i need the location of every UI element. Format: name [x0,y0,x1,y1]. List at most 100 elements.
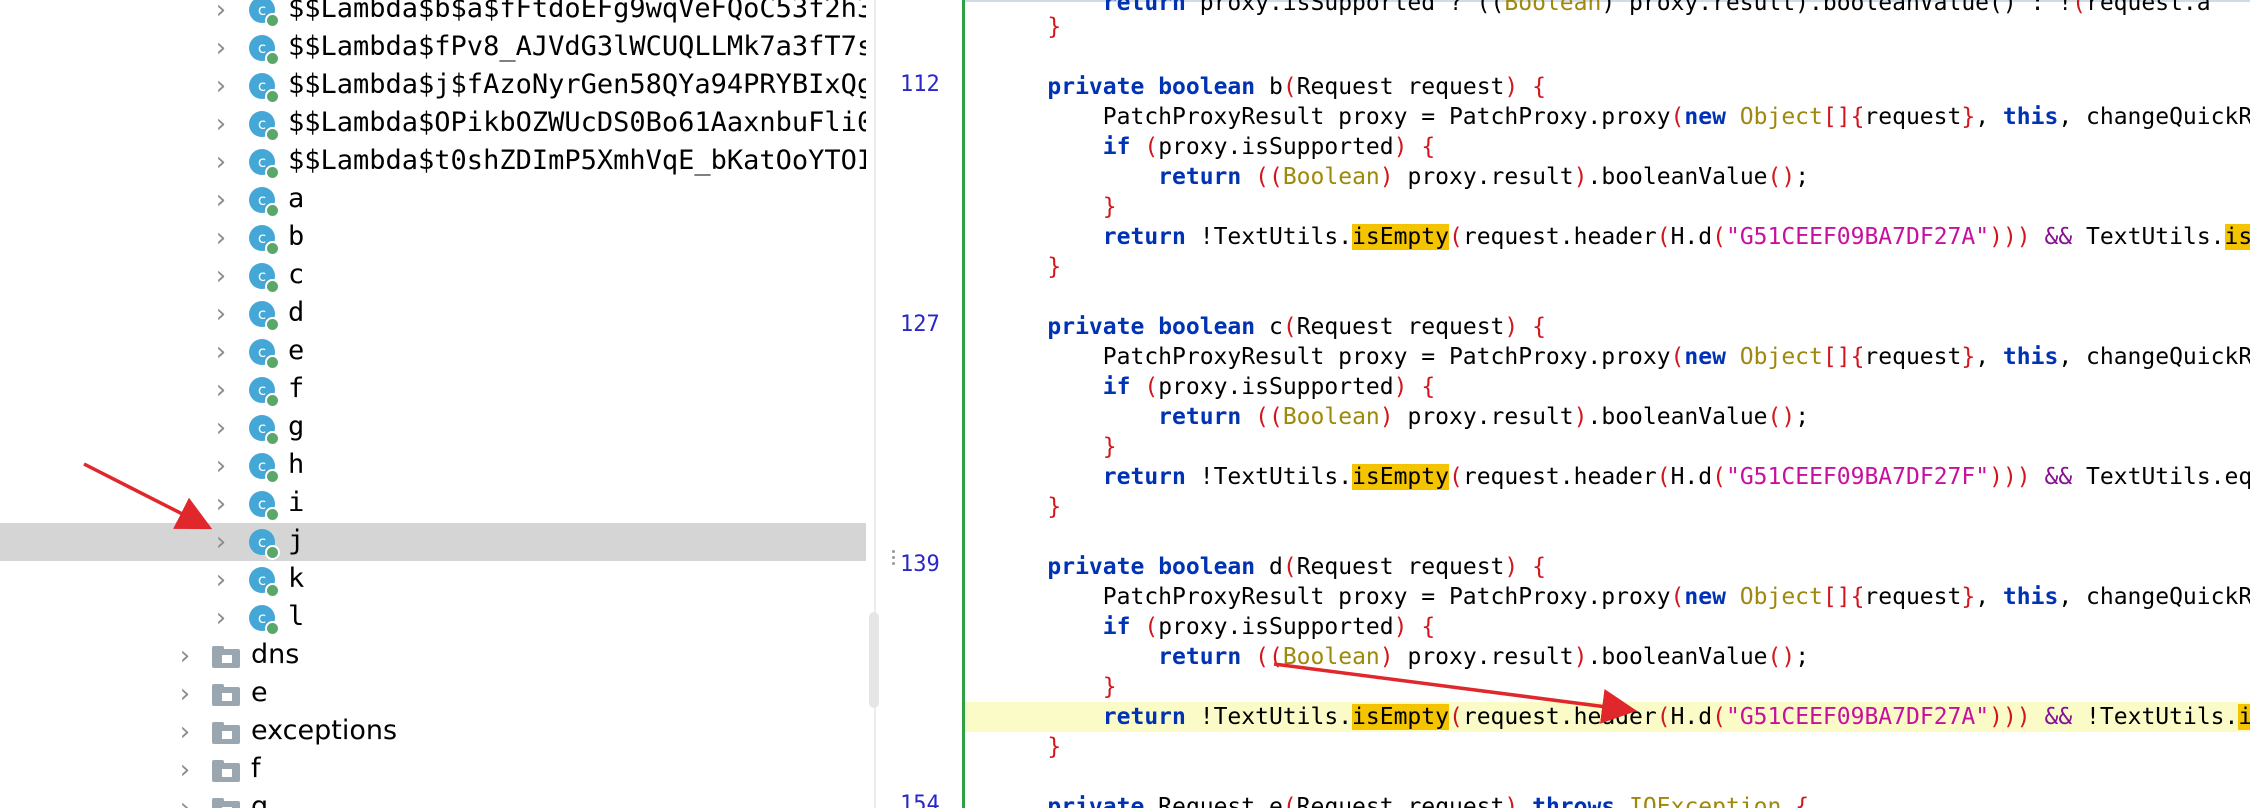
class-icon: c [248,147,280,180]
panel-splitter[interactable] [866,0,896,808]
package-folder-icon [212,798,242,808]
tree-item-label: d [288,297,305,328]
chevron-right-icon[interactable]: › [209,561,233,599]
class-icon: c [248,565,280,598]
tree-item-class[interactable]: › c c [0,257,866,295]
tree-item-class[interactable]: › c h [0,447,866,485]
chevron-right-icon[interactable]: › [173,713,197,751]
class-icon: c [248,71,280,104]
chevron-right-icon[interactable]: › [209,0,233,29]
chevron-right-icon[interactable]: › [209,29,233,67]
code-editor[interactable]: 112 127 139 154 return proxy.isSupported… [896,0,2250,808]
tree-item-label: dns [251,639,300,670]
package-folder-icon [212,760,242,782]
tree-item-label: $$Lambda$OPikbOZWUcDS0Bo61AaxnbuFli0 [288,107,866,138]
class-icon: c [248,489,280,522]
tree-item-class[interactable]: › c k [0,561,866,599]
tree-item-class[interactable]: › c l [0,599,866,637]
package-folder-icon [212,684,242,706]
class-icon: c [248,299,280,332]
chevron-right-icon[interactable]: › [173,637,197,675]
tree-item-label: b [288,221,305,252]
tree-item-label: $$Lambda$t0shZDImP5XmhVqE_bKatOoYTOI [288,145,866,176]
tree-item-class[interactable]: › c $$Lambda$b$a$fFtdoEFg9wqVeFQoC53f2h3C [0,0,866,29]
tree-item-class[interactable]: › c g [0,409,866,447]
code-line: if (proxy.isSupported) { [1102,374,1436,400]
code-line: return ((Boolean) proxy.result).booleanV… [1158,644,1810,670]
class-icon: c [248,375,280,408]
code-line: return proxy.isSupported ? ((Boolean) pr… [1102,0,2211,16]
code-line: return !TextUtils.isEmpty(request.header… [1102,464,2250,490]
chevron-right-icon[interactable]: › [209,485,233,523]
code-line: private boolean d(Request request) { [1047,554,1546,580]
class-icon: c [248,33,280,66]
code-line-current: return !TextUtils.isEmpty(request.header… [992,702,2250,732]
code-line: if (proxy.isSupported) { [1102,134,1436,160]
chevron-right-icon[interactable]: › [209,523,233,561]
line-number: 139 [900,552,940,577]
tree-item-class[interactable]: › c e [0,333,866,371]
tree-item-package[interactable]: › e [0,675,866,713]
tree-item-class[interactable]: › c a [0,181,866,219]
tree-item-label: a [288,183,305,214]
chevron-right-icon[interactable]: › [209,257,233,295]
tree-item-label: f [251,753,261,784]
tree-item-class[interactable]: › c $$Lambda$j$fAzoNyrGen58QYa94PRYBIxQgI [0,67,866,105]
chevron-right-icon[interactable]: › [209,105,233,143]
code-line: return !TextUtils.isEmpty(request.header… [992,222,2250,252]
tree-item-class[interactable]: › c d [0,295,866,333]
tree-item-class[interactable]: › c $$Lambda$OPikbOZWUcDS0Bo61AaxnbuFli0 [0,105,866,143]
line-number-gutter: 112 127 139 154 [896,0,962,808]
tree-item-label: k [288,563,305,594]
package-folder-icon [212,722,242,744]
tree-item-class[interactable]: › c f [0,371,866,409]
chevron-right-icon[interactable]: › [209,219,233,257]
chevron-right-icon[interactable]: › [209,371,233,409]
chevron-right-icon[interactable]: › [209,447,233,485]
chevron-right-icon[interactable]: › [209,409,233,447]
code-line: } [1047,14,1062,40]
line-number: 154 [900,792,940,808]
tree-item-package[interactable]: › dns [0,637,866,675]
tree-item-class[interactable]: › c b [0,219,866,257]
chevron-right-icon[interactable]: › [173,751,197,789]
tree-item-label: j [288,525,305,556]
tree-item-class[interactable]: › c $$Lambda$fPv8_AJVdG3lWCUQLLMk7a3fT7s [0,29,866,67]
chevron-right-icon[interactable]: › [209,333,233,371]
code-line: PatchProxyResult proxy = PatchProxy.prox… [992,344,2250,370]
class-icon: c [248,413,280,446]
vcs-change-bar [962,0,965,808]
tree-item-package[interactable]: › g [0,789,866,808]
code-line: } [1047,494,1062,520]
tree-item-label: e [288,335,305,366]
code-line: } [1047,734,1062,760]
tree-item-class[interactable]: › c j [0,523,866,561]
chevron-right-icon[interactable]: › [173,675,197,713]
tree-item-class[interactable]: › c $$Lambda$t0shZDImP5XmhVqE_bKatOoYTOI [0,143,866,181]
chevron-right-icon[interactable]: › [173,789,197,808]
chevron-right-icon[interactable]: › [209,295,233,333]
chevron-right-icon[interactable]: › [209,67,233,105]
tree-item-label: e [251,677,268,708]
tree-item-package[interactable]: › f [0,751,866,789]
code-line: PatchProxyResult proxy = PatchProxy.prox… [992,584,2250,610]
tree-item-label: h [288,449,305,480]
tree-item-package[interactable]: › exceptions [0,713,866,751]
tree-item-label: f [288,373,305,404]
chevron-right-icon[interactable]: › [209,143,233,181]
code-line: private boolean c(Request request) { [1047,314,1546,340]
code-line: private Request e(Request request) throw… [1047,794,1810,808]
project-tree: › c $$Lambda$b$a$fFtdoEFg9wqVeFQoC53f2h3C ›… [0,0,866,808]
code-line: return ((Boolean) proxy.result).booleanV… [1158,164,1810,190]
chevron-right-icon[interactable]: › [209,181,233,219]
code-line: } [1102,434,1117,460]
code-line: PatchProxyResult proxy = PatchProxy.prox… [992,104,2250,130]
class-icon: c [248,185,280,218]
class-icon: c [248,261,280,294]
code-line: private boolean b(Request request) { [1047,74,1546,100]
tree-scrollbar-thumb[interactable] [869,612,879,708]
tree-item-label: $$Lambda$b$a$fFtdoEFg9wqVeFQoC53f2h3C [288,0,866,24]
chevron-right-icon[interactable]: › [209,599,233,637]
tree-item-class[interactable]: › c i [0,485,866,523]
class-icon: c [248,603,280,636]
